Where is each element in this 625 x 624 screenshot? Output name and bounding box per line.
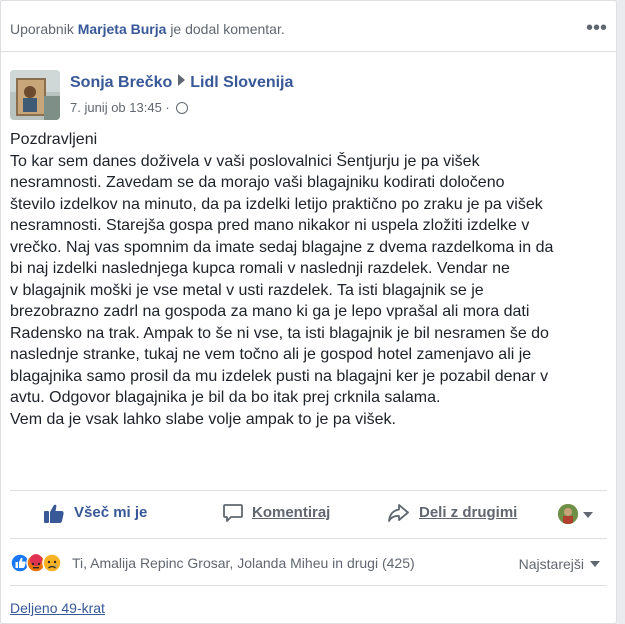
chevron-down-icon[interactable]: [583, 512, 593, 518]
comment-icon: [223, 504, 243, 522]
post-line: nesramnosti. Zavedam se da morajo vaši b…: [10, 174, 505, 191]
author-name-link[interactable]: Sonja Brečko: [70, 74, 172, 91]
comment-notification: Uporabnik Marjeta Burja je dodal komenta…: [10, 21, 285, 37]
post-line: v blagajnik moški je vse metal v usti ra…: [10, 281, 484, 299]
notification-user-link[interactable]: Marjeta Burja: [78, 21, 167, 37]
post-line: število izdelkov na minuto, da pa izdelk…: [10, 195, 543, 213]
divider: [10, 538, 607, 539]
viewer-avatar[interactable]: [558, 504, 578, 524]
post-line: Radensko na trak. Ampak to še ni vse, ta…: [10, 324, 549, 342]
sad-icon: [42, 553, 62, 573]
share-label: Deli z drugimi: [419, 504, 518, 521]
post-line: blagajnika samo prosil da mu izdelek pus…: [10, 367, 549, 385]
more-options-icon[interactable]: •••: [586, 18, 607, 38]
post-header: Sonja Brečko Lidl Slovenija: [70, 74, 293, 92]
shares-count-link[interactable]: Deljeno 49-krat: [10, 600, 105, 616]
share-arrow-icon: [388, 504, 409, 522]
notification-prefix: Uporabnik: [10, 21, 74, 37]
author-avatar[interactable]: [10, 70, 60, 120]
post-line: naslednje stranke, tukaj ne vem točno al…: [10, 346, 532, 363]
post-body: Pozdravljeni To kar sem danes doživela v…: [10, 129, 610, 430]
comment-button[interactable]: Komentiraj: [222, 504, 331, 522]
post-line: Pozdravljeni: [10, 131, 98, 148]
action-bar: Všeč mi je Komentiraj Deli z drugimi: [1, 491, 616, 535]
post-line: To kar sem danes doživela v vaši poslova…: [10, 152, 480, 170]
post-line: nesramnosti. Starejša gospa pred mano ni…: [10, 217, 530, 234]
sort-label: Najstarejši: [518, 556, 584, 572]
arrow-right-icon: [178, 74, 186, 86]
post-card: Uporabnik Marjeta Burja je dodal komenta…: [0, 0, 617, 624]
post-line: Vem da je vsak lahko slabe volje ampak t…: [10, 410, 396, 428]
divider: [10, 585, 607, 586]
comment-label: Komentiraj: [252, 504, 331, 521]
post-line: bi naj izdelki naslednjega kupca romali …: [10, 260, 510, 277]
post-timestamp[interactable]: 7. junij ob 13:45: [70, 100, 162, 115]
chevron-down-icon: [590, 561, 600, 567]
like-label: Všeč mi je: [74, 504, 148, 521]
post-meta: 7. junij ob 13:45 ·: [70, 100, 189, 115]
divider: [1, 51, 616, 52]
reactions-text: Ti, Amalija Repinc Grosar, Jolanda Miheu…: [72, 555, 415, 571]
thumbs-up-icon: [44, 504, 64, 523]
globe-icon: [176, 102, 189, 114]
post-line: avtu. Odgovor blagajnika je bil da bo it…: [10, 389, 441, 406]
comment-sort-dropdown[interactable]: Najstarejši: [519, 556, 600, 572]
page-name-link[interactable]: Lidl Slovenija: [190, 74, 293, 91]
like-button[interactable]: Všeč mi je: [43, 504, 148, 523]
share-button[interactable]: Deli z drugimi: [387, 504, 518, 522]
reaction-icons: [10, 553, 62, 573]
meta-separator: ·: [165, 100, 170, 115]
post-line: brezobrazno zadrl na gospoda za mano ki …: [10, 303, 530, 320]
post-line: vrečko. Naj vas spomnim da imate sedaj b…: [10, 238, 554, 256]
notification-suffix: je dodal komentar.: [170, 21, 285, 37]
